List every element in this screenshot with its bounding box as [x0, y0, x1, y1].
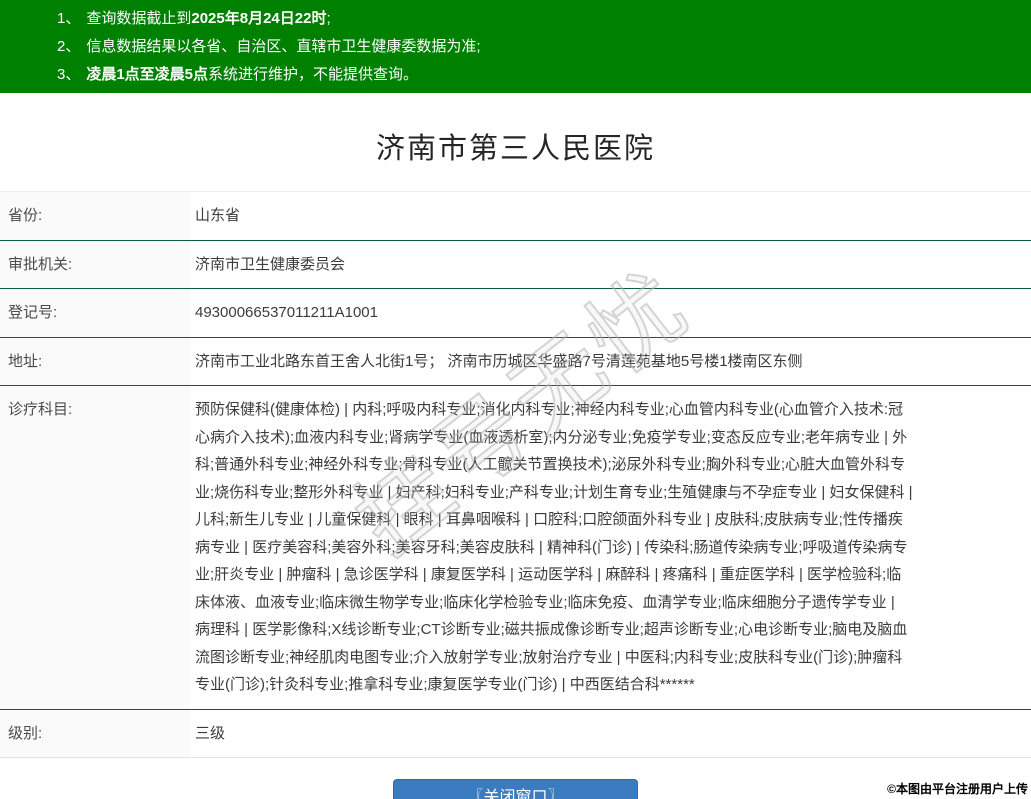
- table-row-address: 地址: 济南市工业北路东首王舍人北街1号； 济南市历城区华盛路7号清莲苑基地5号楼…: [0, 337, 1031, 386]
- field-label-approval-authority: 审批机关:: [0, 240, 190, 288]
- notice-banner: 1、 查询数据截止到2025年8月24日22时; 2、 信息数据结果以各省、自治区、直…: [0, 0, 1031, 93]
- notice-text: 信息数据结果以各省、自治区、直辖市卫生健康委数据为准;: [86, 38, 481, 55]
- notice-text: 2025年8月24日22时: [191, 10, 327, 27]
- close-window-button[interactable]: 〖关闭窗口〗: [393, 779, 638, 799]
- info-table: 省份: 山东省 审批机关: 济南市卫生健康委员会 登记号: 493000665370112…: [0, 191, 1031, 758]
- field-label-province: 省份:: [0, 192, 190, 240]
- field-label-departments: 诊疗科目:: [0, 386, 190, 709]
- notice-text: 系统进行维护，不能提供查询。: [208, 66, 419, 83]
- field-value-departments: 预防保健科(健康体检) | 内科;呼吸内科专业;消化内科专业;神经内科专业;心血…: [195, 401, 913, 693]
- notice-item: 2、 信息数据结果以各省、自治区、直辖市卫生健康委数据为准;: [57, 33, 1031, 61]
- page-title: 济南市第三人民医院: [375, 133, 655, 165]
- field-label-registration-number: 登记号:: [0, 289, 190, 337]
- notice-number: 2、: [57, 38, 81, 55]
- notice-text: ;: [326, 10, 331, 27]
- notice-item: 1、 查询数据截止到2025年8月24日22时;: [57, 5, 1031, 33]
- field-value-registration-number: 49300066537011211A1001: [195, 304, 378, 321]
- field-value-province: 山东省: [195, 207, 241, 224]
- table-row-approval-authority: 审批机关: 济南市卫生健康委员会: [0, 240, 1031, 289]
- field-label-level: 级别:: [0, 709, 190, 757]
- table-row-level: 级别: 三级: [0, 709, 1031, 758]
- notice-number: 1、: [57, 10, 81, 27]
- notice-text: 查询数据截止到: [86, 10, 192, 27]
- field-value-address: 济南市工业北路东首王舍人北街1号； 济南市历城区华盛路7号清莲苑基地5号楼1楼南…: [195, 352, 803, 370]
- notice-list: 1、 查询数据截止到2025年8月24日22时; 2、 信息数据结果以各省、自治区、直…: [57, 5, 1031, 89]
- button-area: 〖关闭窗口〗: [0, 779, 1031, 799]
- field-value-approval-authority: 济南市卫生健康委员会: [195, 255, 346, 273]
- table-row-province: 省份: 山东省: [0, 192, 1031, 241]
- table-row-registration-number: 登记号: 49300066537011211A1001: [0, 289, 1031, 338]
- table-row-departments: 诊疗科目: 预防保健科(健康体检) | 内科;呼吸内科专业;消化内科专业;神经内科…: [0, 386, 1031, 710]
- notice-number: 3、: [57, 66, 81, 83]
- notice-text: 凌晨1点至凌晨5点: [86, 66, 209, 83]
- copyright-note: ©本图由平台注册用户上传: [887, 782, 1028, 796]
- field-label-address: 地址:: [0, 337, 190, 385]
- notice-item: 3、 凌晨1点至凌晨5点系统进行维护，不能提供查询。: [57, 61, 1031, 89]
- field-value-level: 三级: [195, 724, 226, 742]
